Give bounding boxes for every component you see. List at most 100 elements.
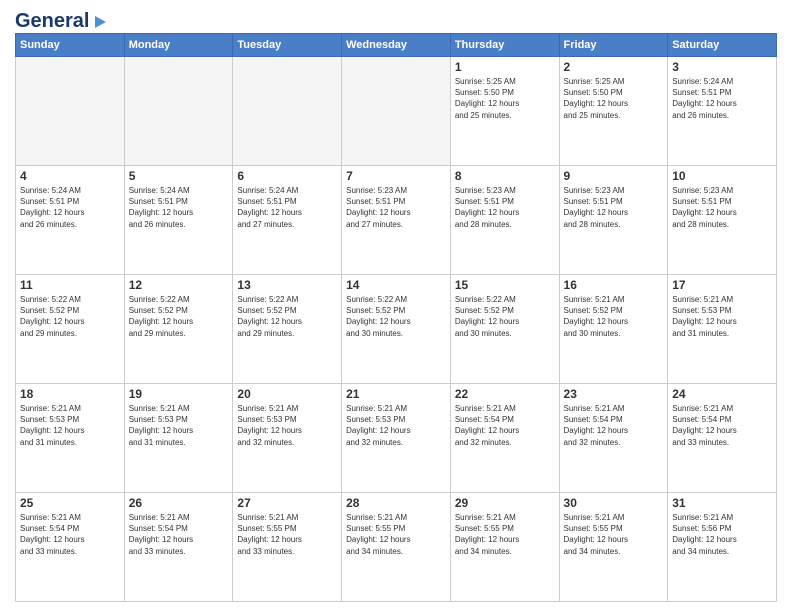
- day-number: 31: [672, 496, 772, 510]
- day-cell: 29Sunrise: 5:21 AM Sunset: 5:55 PM Dayli…: [450, 493, 559, 602]
- day-cell: 1Sunrise: 5:25 AM Sunset: 5:50 PM Daylig…: [450, 57, 559, 166]
- day-cell: 31Sunrise: 5:21 AM Sunset: 5:56 PM Dayli…: [668, 493, 777, 602]
- day-number: 26: [129, 496, 229, 510]
- weekday-header-sunday: Sunday: [16, 34, 125, 57]
- day-info: Sunrise: 5:21 AM Sunset: 5:53 PM Dayligh…: [672, 294, 772, 339]
- day-cell: 17 Sunrise: 5:21 AM Sunset: 5:53 PM Dayli…: [668, 275, 777, 384]
- day-info: Sunrise: 5:24 AM Sunset: 5:51 PM Dayligh…: [20, 185, 120, 230]
- day-number: 7: [346, 169, 446, 183]
- day-info: Sunrise: 5:21 AM Sunset: 5:54 PM Dayligh…: [672, 403, 772, 448]
- day-info: Sunrise: 5:22 AM Sunset: 5:52 PM Dayligh…: [346, 294, 446, 339]
- day-cell: 21 Sunrise: 5:21 AM Sunset: 5:53 PM Dayli…: [342, 384, 451, 493]
- day-cell: 16 Sunrise: 5:21 AM Sunset: 5:52 PM Dayli…: [559, 275, 668, 384]
- day-info: Sunrise: 5:21 AM Sunset: 5:54 PM Dayligh…: [455, 403, 555, 448]
- day-number: 16: [564, 278, 664, 292]
- day-info: Sunrise: 5:24 AM Sunset: 5:51 PM Dayligh…: [129, 185, 229, 230]
- weekday-header-friday: Friday: [559, 34, 668, 57]
- day-number: 25: [20, 496, 120, 510]
- day-cell: [16, 57, 125, 166]
- page: General SundayMondayTuesdayWednesdayThur…: [0, 0, 792, 612]
- day-cell: 30 Sunrise: 5:21 AM Sunset: 5:55 PM Dayli…: [559, 493, 668, 602]
- day-number: 5: [129, 169, 229, 183]
- day-number: 17: [672, 278, 772, 292]
- day-info: Sunrise: 5:23 AM Sunset: 5:51 PM Dayligh…: [564, 185, 664, 230]
- day-cell: [233, 57, 342, 166]
- weekday-header-row: SundayMondayTuesdayWednesdayThursdayFrid…: [16, 34, 777, 57]
- day-info: Sunrise: 5:21 AM Sunset: 5:55 PM Dayligh…: [346, 512, 446, 557]
- day-number: 29: [455, 496, 555, 510]
- day-info: Sunrise: 5:21 AM Sunset: 5:53 PM Dayligh…: [346, 403, 446, 448]
- day-number: 23: [564, 387, 664, 401]
- day-cell: 6Sunrise: 5:24 AM Sunset: 5:51 PM Daylig…: [233, 166, 342, 275]
- day-number: 3: [672, 60, 772, 74]
- day-cell: 19Sunrise: 5:21 AM Sunset: 5:53 PM Dayli…: [124, 384, 233, 493]
- day-cell: 24 Sunrise: 5:21 AM Sunset: 5:54 PM Dayli…: [668, 384, 777, 493]
- day-cell: 22 Sunrise: 5:21 AM Sunset: 5:54 PM Dayli…: [450, 384, 559, 493]
- day-cell: 26 Sunrise: 5:21 AM Sunset: 5:54 PM Dayli…: [124, 493, 233, 602]
- day-info: Sunrise: 5:21 AM Sunset: 5:53 PM Dayligh…: [20, 403, 120, 448]
- day-cell: 8 Sunrise: 5:23 AM Sunset: 5:51 PM Daylig…: [450, 166, 559, 275]
- day-info: Sunrise: 5:21 AM Sunset: 5:55 PM Dayligh…: [564, 512, 664, 557]
- header: General: [15, 10, 777, 27]
- day-info: Sunrise: 5:25 AM Sunset: 5:50 PM Dayligh…: [564, 76, 664, 121]
- day-info: Sunrise: 5:21 AM Sunset: 5:54 PM Dayligh…: [564, 403, 664, 448]
- day-info: Sunrise: 5:24 AM Sunset: 5:51 PM Dayligh…: [237, 185, 337, 230]
- day-number: 21: [346, 387, 446, 401]
- weekday-header-tuesday: Tuesday: [233, 34, 342, 57]
- day-cell: 20 Sunrise: 5:21 AM Sunset: 5:53 PM Dayli…: [233, 384, 342, 493]
- day-cell: 28 Sunrise: 5:21 AM Sunset: 5:55 PM Dayli…: [342, 493, 451, 602]
- day-info: Sunrise: 5:22 AM Sunset: 5:52 PM Dayligh…: [455, 294, 555, 339]
- day-cell: 4Sunrise: 5:24 AM Sunset: 5:51 PM Daylig…: [16, 166, 125, 275]
- day-cell: 7 Sunrise: 5:23 AM Sunset: 5:51 PM Daylig…: [342, 166, 451, 275]
- logo: General: [15, 10, 109, 27]
- day-number: 15: [455, 278, 555, 292]
- day-cell: 27 Sunrise: 5:21 AM Sunset: 5:55 PM Dayli…: [233, 493, 342, 602]
- day-number: 2: [564, 60, 664, 74]
- logo-arrow-icon: [91, 13, 109, 31]
- week-row-4: 18 Sunrise: 5:21 AM Sunset: 5:53 PM Dayli…: [16, 384, 777, 493]
- week-row-2: 4Sunrise: 5:24 AM Sunset: 5:51 PM Daylig…: [16, 166, 777, 275]
- day-number: 30: [564, 496, 664, 510]
- day-cell: 14 Sunrise: 5:22 AM Sunset: 5:52 PM Dayli…: [342, 275, 451, 384]
- day-cell: 25 Sunrise: 5:21 AM Sunset: 5:54 PM Dayli…: [16, 493, 125, 602]
- day-number: 28: [346, 496, 446, 510]
- day-number: 27: [237, 496, 337, 510]
- week-row-5: 25 Sunrise: 5:21 AM Sunset: 5:54 PM Dayli…: [16, 493, 777, 602]
- day-number: 11: [20, 278, 120, 292]
- day-info: Sunrise: 5:22 AM Sunset: 5:52 PM Dayligh…: [20, 294, 120, 339]
- day-cell: 3Sunrise: 5:24 AM Sunset: 5:51 PM Daylig…: [668, 57, 777, 166]
- day-info: Sunrise: 5:21 AM Sunset: 5:55 PM Dayligh…: [237, 512, 337, 557]
- day-number: 20: [237, 387, 337, 401]
- calendar-table: SundayMondayTuesdayWednesdayThursdayFrid…: [15, 33, 777, 602]
- day-number: 14: [346, 278, 446, 292]
- day-cell: 13Sunrise: 5:22 AM Sunset: 5:52 PM Dayli…: [233, 275, 342, 384]
- day-info: Sunrise: 5:21 AM Sunset: 5:52 PM Dayligh…: [564, 294, 664, 339]
- day-info: Sunrise: 5:21 AM Sunset: 5:54 PM Dayligh…: [129, 512, 229, 557]
- day-cell: 12Sunrise: 5:22 AM Sunset: 5:52 PM Dayli…: [124, 275, 233, 384]
- day-cell: 2 Sunrise: 5:25 AM Sunset: 5:50 PM Daylig…: [559, 57, 668, 166]
- day-info: Sunrise: 5:21 AM Sunset: 5:54 PM Dayligh…: [20, 512, 120, 557]
- day-cell: 11 Sunrise: 5:22 AM Sunset: 5:52 PM Dayli…: [16, 275, 125, 384]
- day-number: 18: [20, 387, 120, 401]
- day-number: 9: [564, 169, 664, 183]
- day-cell: 5 Sunrise: 5:24 AM Sunset: 5:51 PM Daylig…: [124, 166, 233, 275]
- day-cell: 23 Sunrise: 5:21 AM Sunset: 5:54 PM Dayli…: [559, 384, 668, 493]
- day-info: Sunrise: 5:23 AM Sunset: 5:51 PM Dayligh…: [346, 185, 446, 230]
- week-row-1: 1Sunrise: 5:25 AM Sunset: 5:50 PM Daylig…: [16, 57, 777, 166]
- week-row-3: 11 Sunrise: 5:22 AM Sunset: 5:52 PM Dayli…: [16, 275, 777, 384]
- weekday-header-saturday: Saturday: [668, 34, 777, 57]
- day-number: 10: [672, 169, 772, 183]
- day-info: Sunrise: 5:21 AM Sunset: 5:53 PM Dayligh…: [237, 403, 337, 448]
- calendar: SundayMondayTuesdayWednesdayThursdayFrid…: [15, 33, 777, 602]
- day-number: 24: [672, 387, 772, 401]
- day-number: 8: [455, 169, 555, 183]
- day-cell: [124, 57, 233, 166]
- day-cell: 10Sunrise: 5:23 AM Sunset: 5:51 PM Dayli…: [668, 166, 777, 275]
- weekday-header-monday: Monday: [124, 34, 233, 57]
- weekday-header-thursday: Thursday: [450, 34, 559, 57]
- day-cell: [342, 57, 451, 166]
- day-info: Sunrise: 5:23 AM Sunset: 5:51 PM Dayligh…: [455, 185, 555, 230]
- weekday-header-wednesday: Wednesday: [342, 34, 451, 57]
- day-info: Sunrise: 5:25 AM Sunset: 5:50 PM Dayligh…: [455, 76, 555, 121]
- day-number: 22: [455, 387, 555, 401]
